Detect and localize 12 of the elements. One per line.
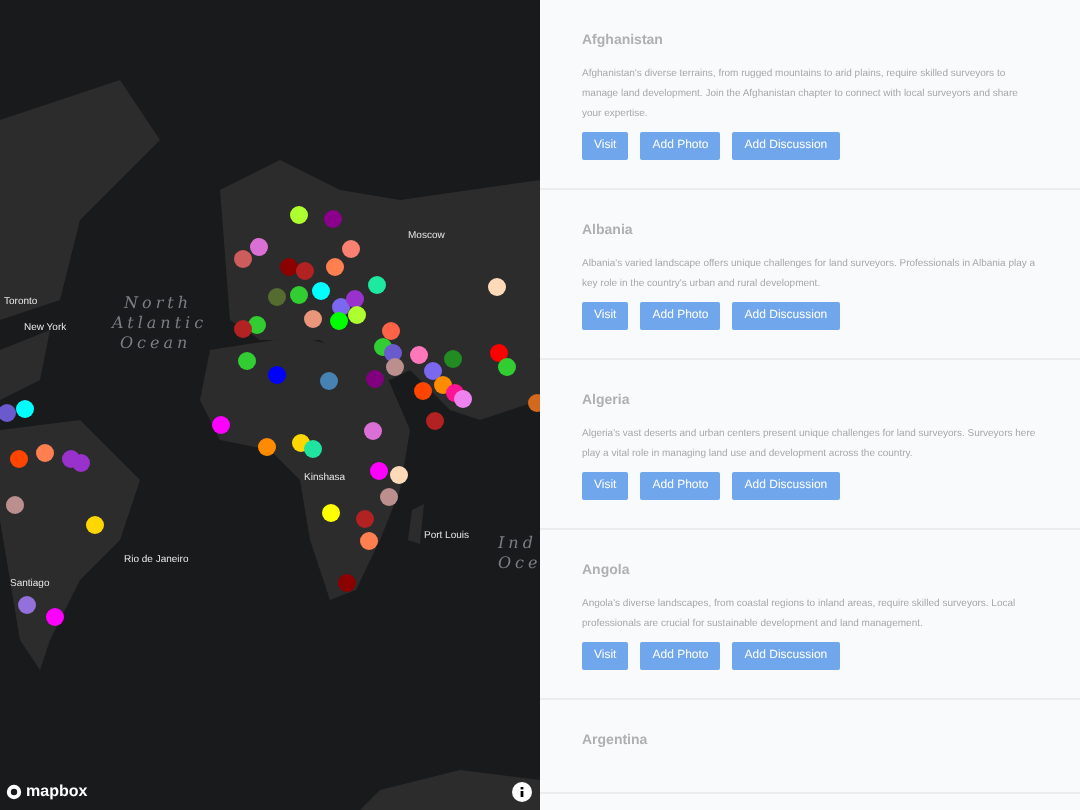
map-marker[interactable]: [0, 403, 15, 421]
info-icon: [516, 786, 528, 798]
map-marker[interactable]: [425, 411, 443, 429]
map-marker[interactable]: [15, 399, 33, 417]
ocean-label: Oce: [498, 552, 540, 576]
ocean-label: North: [124, 292, 193, 315]
attribution-logo[interactable]: mapbox: [26, 784, 88, 800]
map-marker[interactable]: [413, 381, 431, 399]
logo-icon: [6, 784, 22, 800]
ocean-label: Ocean: [120, 332, 192, 356]
ocean-label: Atlantic: [112, 312, 208, 336]
ocean-label: Ind: [498, 532, 537, 556]
